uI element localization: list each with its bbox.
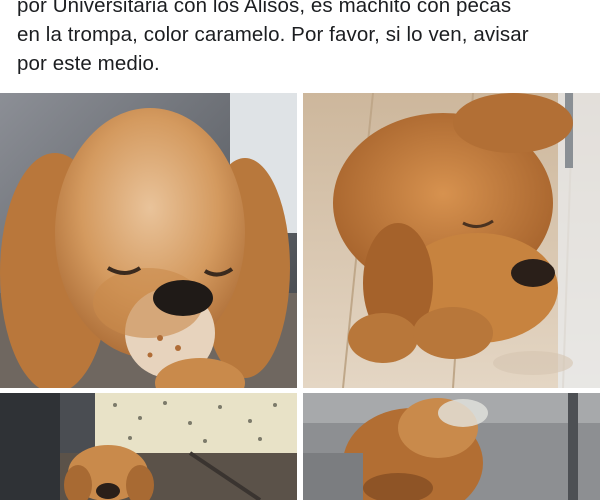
post-text-line: en la trompa, color caramelo. Por favor,… [17, 23, 529, 46]
post-text-line: por este medio. [17, 52, 160, 75]
post-text-line: por Universitaria con los Alisos, es mac… [17, 0, 512, 17]
photo-gallery [0, 93, 600, 500]
dog-under-table-photo[interactable] [0, 393, 297, 500]
post-text: por Universitaria con los Alisos, es mac… [17, 0, 592, 78]
dog-lying-floor-photo[interactable] [303, 93, 600, 388]
dog-closeup-photo[interactable] [0, 93, 297, 388]
dog-blurred-photo[interactable] [303, 393, 600, 500]
